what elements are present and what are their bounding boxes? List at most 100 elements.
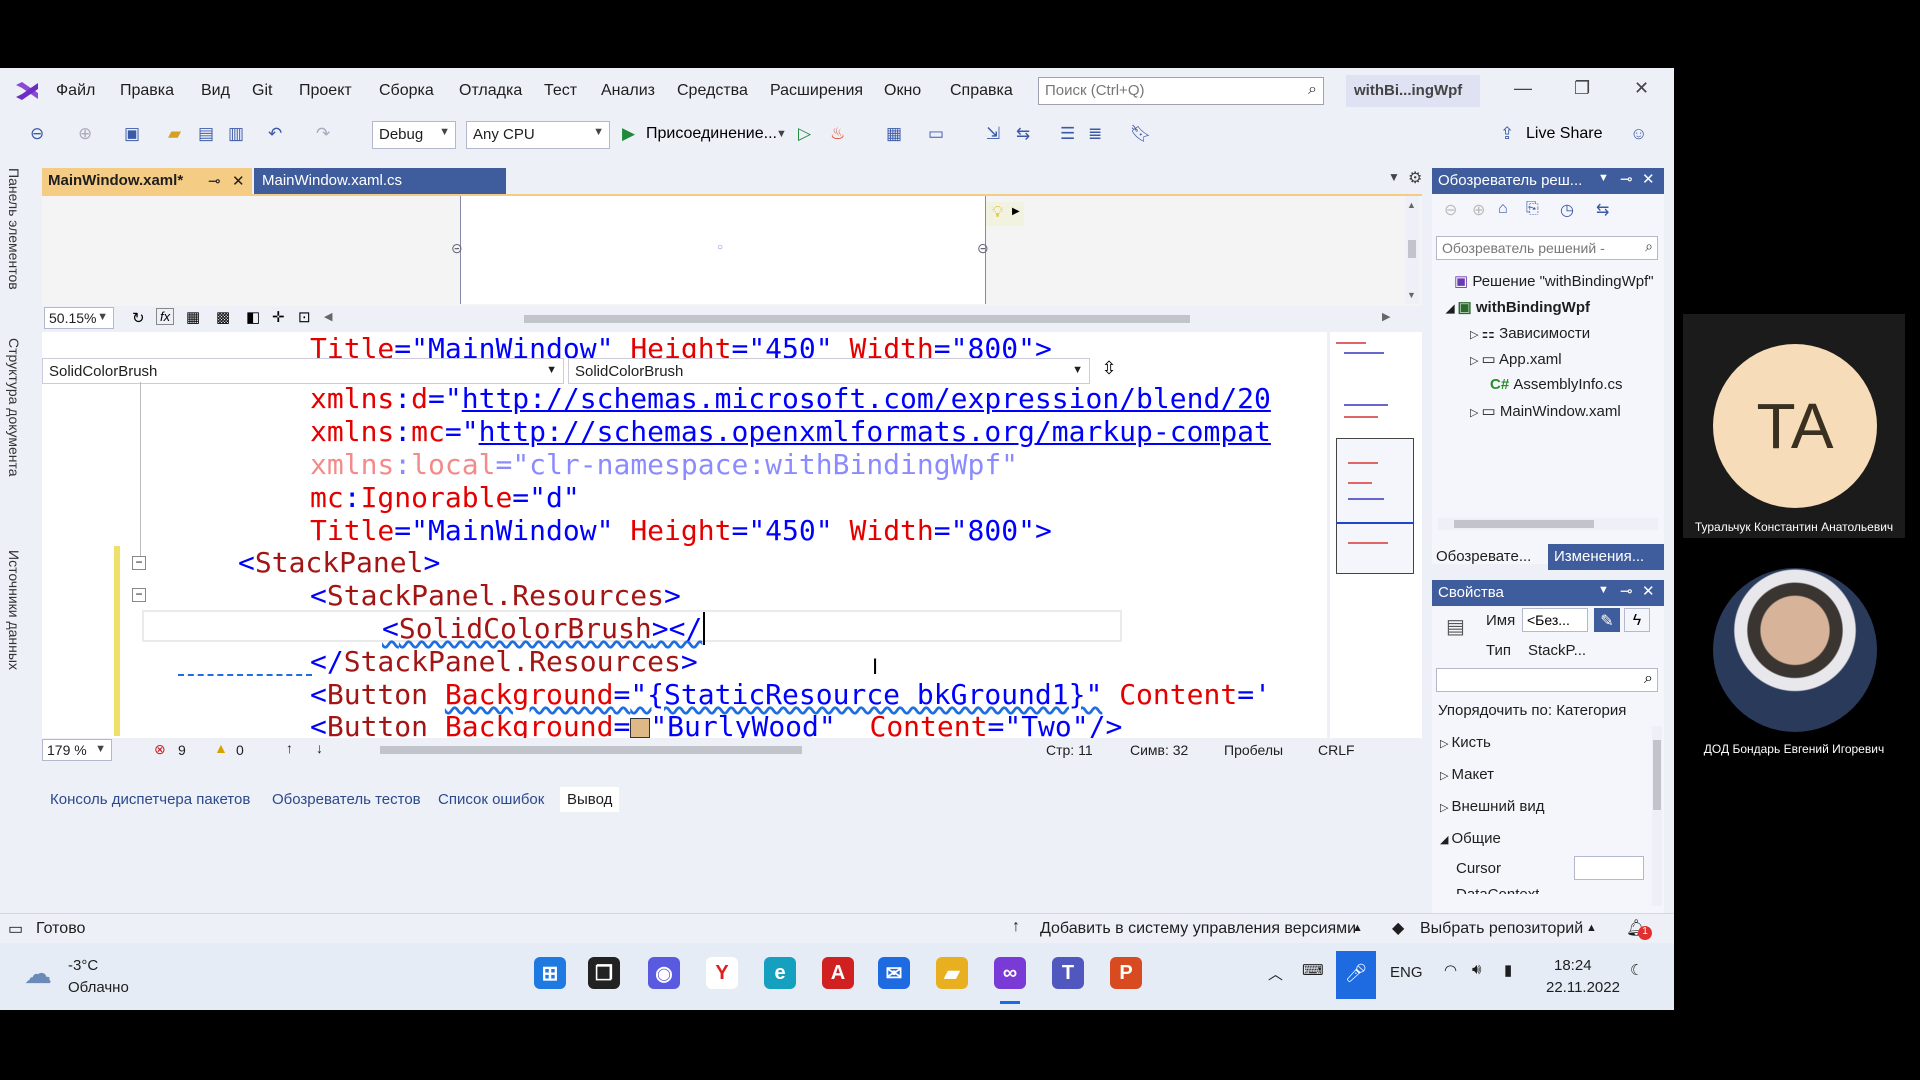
properties-scrollbar[interactable] (1652, 726, 1662, 906)
close-icon[interactable]: ✕ (232, 172, 245, 190)
grid-icon[interactable]: ▦ (186, 308, 200, 326)
menu-project[interactable]: Проект (299, 82, 352, 100)
live-share-button[interactable]: Live Share (1526, 125, 1603, 143)
add-to-source-control-button[interactable]: Добавить в систему управления версиями (1040, 920, 1356, 938)
category-appearance[interactable]: ▷ Внешний вид (1440, 798, 1545, 815)
whitespace-indicator[interactable]: Пробелы (1224, 742, 1283, 758)
category-layout[interactable]: ▷ Макет (1440, 766, 1494, 783)
menu-test[interactable]: Тест (544, 82, 577, 100)
forward-icon[interactable]: ⊕ (1472, 200, 1485, 220)
solution-hscrollbar[interactable] (1438, 518, 1658, 530)
tree-item-assemblyinfo[interactable]: C# AssemblyInfo.cs (1490, 376, 1623, 393)
redo-icon[interactable]: ↷ (316, 124, 330, 144)
play-icon[interactable]: ▶ (622, 124, 635, 144)
tree-item-mainwindow-xaml[interactable]: ▷ ▭ MainWindow.xaml (1470, 402, 1621, 420)
toolbox-tab[interactable]: Панель элементов (6, 168, 22, 290)
pin-icon[interactable]: ⊸ (208, 172, 221, 190)
start-icon[interactable]: ⊞ (534, 957, 566, 989)
pin-icon[interactable]: ⊸ (1620, 170, 1633, 188)
minimize-icon[interactable]: — (1514, 78, 1532, 99)
menu-window[interactable]: Окно (884, 82, 921, 100)
menu-debug[interactable]: Отладка (459, 82, 522, 100)
compare-icon[interactable]: ⇆ (1016, 124, 1030, 144)
menu-file[interactable]: Файл (56, 82, 95, 100)
tree-item-app-xaml[interactable]: ▷ ▭ App.xaml (1470, 350, 1562, 368)
lightbulb-icon[interactable]: 💡︎ ▶ (986, 202, 1024, 226)
minimap-viewport[interactable] (1336, 438, 1414, 574)
device-icon[interactable]: ⊡ (298, 308, 311, 326)
anchor-left-icon[interactable]: ⊝ (451, 240, 463, 257)
clock-date[interactable]: 22.11.2022 (1546, 979, 1620, 996)
line-indicator[interactable]: Стр: 11 (1046, 742, 1093, 758)
nav-member-dropdown[interactable]: SolidColorBrush ▼ (568, 358, 1090, 384)
microphone-icon[interactable]: 🎤︎ (1336, 951, 1376, 999)
split-icon[interactable]: ⇳ (1094, 358, 1124, 384)
menu-help[interactable]: Справка (950, 82, 1013, 100)
category-common[interactable]: ◢ Общие (1440, 830, 1501, 847)
menu-analyze[interactable]: Анализ (601, 82, 655, 100)
back-icon[interactable]: ⊖ (30, 124, 44, 144)
tab-test-explorer[interactable]: Обозреватель тестов (272, 791, 421, 808)
teams-icon[interactable]: T (1052, 957, 1084, 989)
data-sources-tab[interactable]: Источники данных (6, 550, 22, 670)
tray-overflow-icon[interactable]: ︿ (1268, 963, 1283, 984)
acrobat-icon[interactable]: A (822, 957, 854, 989)
tree-item-project[interactable]: ◢ ▣ withBindingWpf (1446, 298, 1590, 316)
task-view-icon[interactable]: ❐ (588, 957, 620, 989)
participant-tile-2[interactable]: ДОД Бондарь Евгений Игоревич (1683, 568, 1905, 768)
tab-output[interactable]: Вывод (560, 787, 620, 812)
yandex-browser-icon[interactable]: Y (706, 957, 738, 989)
tab-git-changes[interactable]: Изменения... (1548, 544, 1664, 570)
code-editor[interactable]: Title="MainWindow" Height="450" Width="8… (42, 332, 1327, 738)
theme-icon[interactable]: ◧ (246, 308, 260, 326)
tree-item-solution[interactable]: ▣ Решение "withBindingWpf" (1454, 272, 1654, 290)
anchor-right-icon[interactable]: ⊝ (977, 240, 989, 257)
editor-hscrollbar[interactable] (380, 746, 802, 754)
tab-solution-explorer[interactable]: Обозревате... (1436, 548, 1531, 565)
edge-icon[interactable]: e (764, 957, 796, 989)
chevron-up-icon[interactable]: ▲ (1352, 922, 1363, 934)
pin-icon[interactable]: ⊸ (1620, 582, 1633, 600)
tab-package-manager-console[interactable]: Консоль диспетчера пакетов (50, 791, 250, 808)
weather-condition[interactable]: Облачно (68, 979, 129, 996)
editor-zoom-dropdown[interactable]: 179 % ▼ (42, 739, 112, 761)
scroll-right-icon[interactable]: ▶ (1382, 310, 1390, 323)
designer-zoom-dropdown[interactable]: 50.15% ▼ (44, 307, 114, 329)
bookmark-icon[interactable]: 🔖︎ (1130, 124, 1152, 144)
outdent-icon[interactable]: ≣ (1088, 124, 1102, 144)
nav-type-dropdown[interactable]: SolidColorBrush ▼ (42, 358, 564, 384)
designer-scrollbar[interactable]: ▲ ▼ (1405, 196, 1419, 304)
error-count[interactable]: 9 (178, 742, 186, 758)
step-icon[interactable]: ⇲ (986, 124, 1000, 144)
home-icon[interactable]: ⌂ (1498, 200, 1508, 218)
menu-view[interactable]: Вид (201, 82, 230, 100)
menu-git[interactable]: Git (252, 82, 272, 100)
platform-dropdown[interactable]: Any CPU ▼ (466, 121, 610, 149)
clock-time[interactable]: 18:24 (1554, 957, 1592, 974)
properties-wrench-icon[interactable]: ✎ (1594, 608, 1620, 632)
file-explorer-icon[interactable]: ▰ (936, 957, 968, 989)
wifi-icon[interactable]: ◠ (1444, 961, 1457, 979)
restore-icon[interactable]: ❐ (1574, 78, 1590, 99)
save-icon[interactable]: ▤ (198, 124, 214, 144)
back-icon[interactable]: ⊖ (1444, 200, 1457, 220)
participant-tile-1[interactable]: TA Туральчук Константин Анатольевич (1683, 314, 1905, 538)
events-lightning-icon[interactable]: ϟ (1624, 608, 1650, 632)
collapse-icon[interactable]: − (132, 588, 146, 602)
sort-label[interactable]: Упорядочить по: Категория (1438, 702, 1626, 719)
design-canvas[interactable]: ⊝ ○ ⊝ (451, 196, 989, 304)
refresh-icon[interactable]: ↻ (132, 309, 145, 327)
powerpoint-icon[interactable]: P (1110, 957, 1142, 989)
close-icon[interactable]: ✕ (1642, 582, 1655, 600)
tab-mainwindow-xaml[interactable]: MainWindow.xaml* ⊸ ✕ (42, 168, 252, 194)
keyboard-icon[interactable]: ⌨ (1302, 961, 1324, 979)
close-icon[interactable]: ✕ (1634, 78, 1649, 99)
live-share-icon[interactable]: ⇪ (1500, 124, 1514, 144)
open-folder-icon[interactable]: ▰ (168, 124, 181, 144)
mail-icon[interactable]: ✉ (878, 957, 910, 989)
prev-issue-icon[interactable]: ↑ (286, 740, 293, 756)
solution-search-input[interactable]: Обозреватель решений - ⌕ (1436, 236, 1658, 260)
forward-icon[interactable]: ⊕ (78, 124, 92, 144)
visual-studio-task-icon[interactable]: ∞ (994, 957, 1026, 989)
code-minimap[interactable] (1330, 332, 1422, 738)
